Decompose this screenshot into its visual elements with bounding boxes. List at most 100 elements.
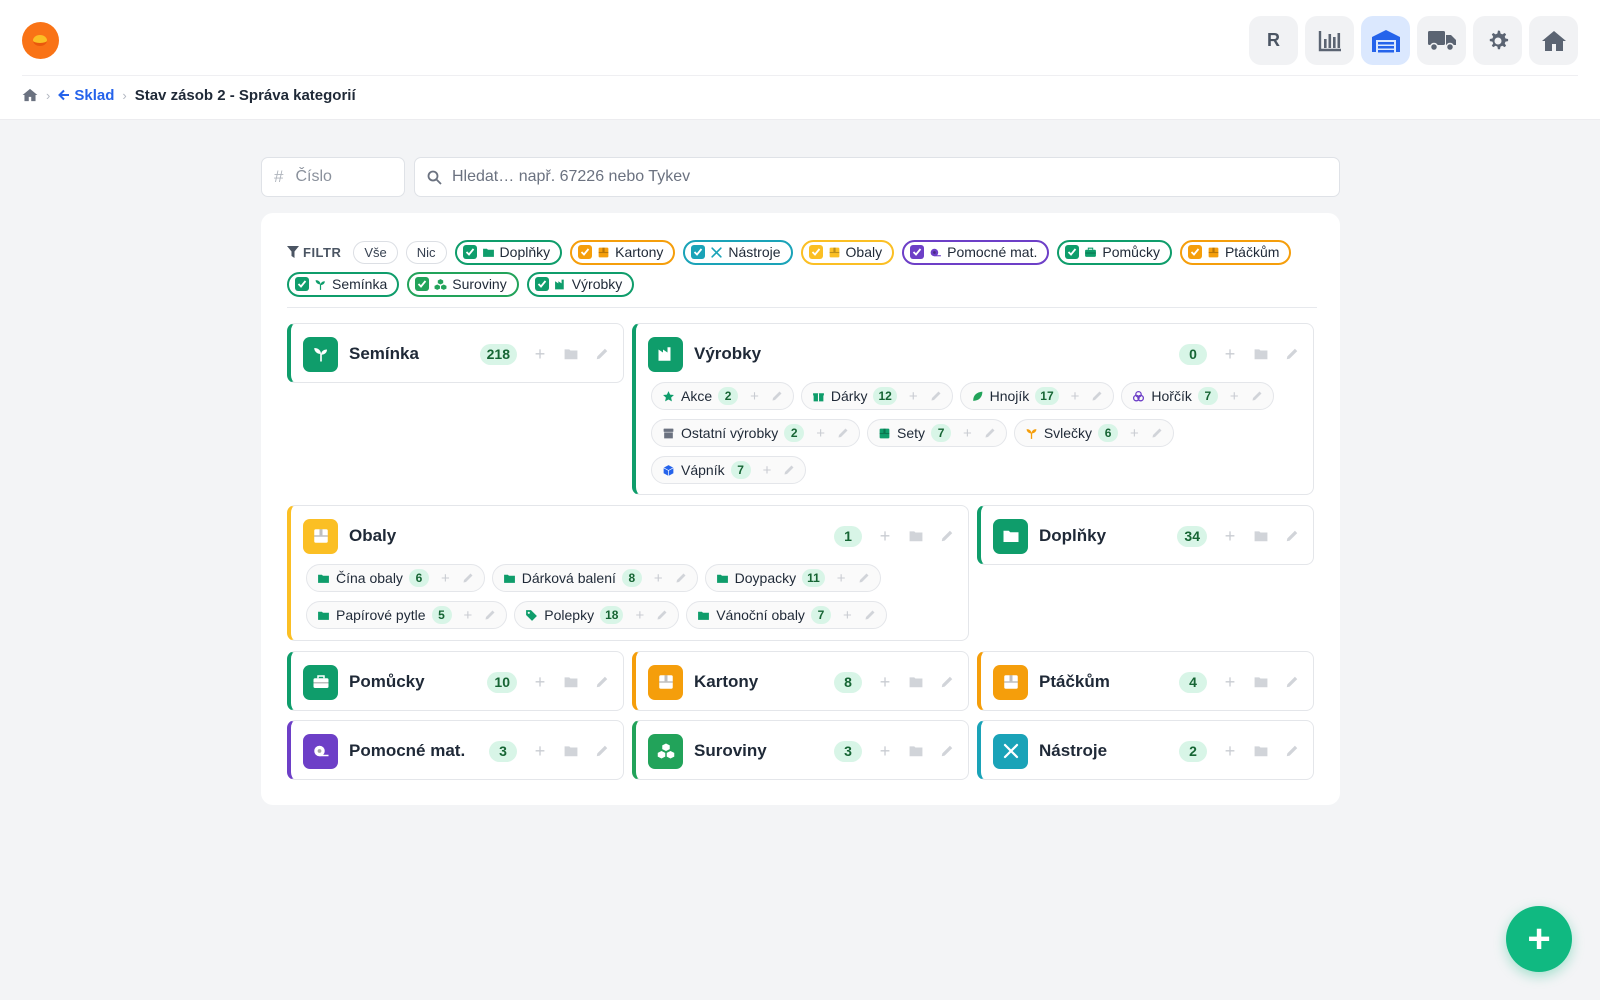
add-icon[interactable]: + (816, 425, 825, 442)
checkbox[interactable] (415, 277, 430, 291)
folder-icon[interactable] (1252, 742, 1270, 760)
add-icon[interactable]: + (909, 388, 918, 405)
add-icon[interactable]: + (837, 570, 846, 587)
add-icon[interactable]: + (464, 607, 473, 624)
pencil-icon[interactable] (593, 345, 611, 363)
checkbox[interactable] (534, 277, 549, 291)
add-subcategory-icon[interactable]: + (876, 526, 894, 546)
subcategory-chip[interactable]: Svlečky 6 + (1013, 419, 1174, 447)
filter-chip[interactable]: Obaly (800, 239, 895, 265)
subcategory-chip[interactable]: Papírové pytle 5 + (306, 601, 508, 629)
filter-chip[interactable]: Pomůcky (1057, 239, 1172, 265)
pencil-icon[interactable] (938, 527, 956, 545)
add-subcategory-icon[interactable]: + (1221, 672, 1239, 692)
breadcrumb-back-link[interactable]: Sklad (58, 87, 114, 104)
folder-icon[interactable] (1252, 673, 1270, 691)
pencil-icon[interactable] (656, 609, 668, 621)
category-card-obaly[interactable]: Obaly 1 + Čína obaly 6 + Dárková balení 8 + Do… (287, 505, 969, 641)
checkbox[interactable] (691, 245, 706, 259)
pencil-icon[interactable] (462, 572, 474, 584)
home-icon[interactable] (22, 88, 38, 102)
subcategory-chip[interactable]: Sety 7 + (867, 419, 1007, 447)
subcategory-chip[interactable]: Hnojík 17 + (959, 382, 1115, 410)
filter-none-button[interactable]: Nic (405, 240, 447, 264)
add-icon[interactable]: + (1071, 388, 1080, 405)
subcategory-chip[interactable]: Vánoční obaly 7 + (686, 601, 887, 629)
filter-chip[interactable]: Kartony (570, 239, 676, 265)
pencil-icon[interactable] (984, 427, 996, 439)
nav-reports-button[interactable]: R (1249, 16, 1298, 65)
checkbox[interactable] (1065, 245, 1080, 259)
folder-icon[interactable] (907, 673, 925, 691)
add-subcategory-icon[interactable]: + (531, 672, 549, 692)
category-card-nastroje[interactable]: Nástroje 2 + (977, 720, 1314, 780)
category-card-kartony[interactable]: Kartony 8 + (632, 651, 969, 711)
filter-chip[interactable]: Semínka (287, 271, 400, 297)
checkbox[interactable] (578, 245, 593, 259)
category-card-pomocne[interactable]: Pomocné mat. 3 + (287, 720, 624, 780)
pencil-icon[interactable] (484, 609, 496, 621)
category-card-vyrobky[interactable]: Výrobky 0 + Akce 2 + Dárky 12 + Hnojík 17 + Hořčí… (632, 323, 1314, 495)
checkbox[interactable] (808, 245, 823, 259)
add-subcategory-icon[interactable]: + (876, 672, 894, 692)
add-subcategory-icon[interactable]: + (531, 344, 549, 364)
add-icon[interactable]: + (635, 607, 644, 624)
category-card-pomucky[interactable]: Pomůcky 10 + (287, 651, 624, 711)
pencil-icon[interactable] (1283, 345, 1301, 363)
folder-icon[interactable] (907, 742, 925, 760)
subcategory-chip[interactable]: Dárky 12 + (800, 382, 953, 410)
folder-icon[interactable] (907, 527, 925, 545)
subcategory-chip[interactable]: Ostatní výrobky 2 + (651, 419, 861, 447)
checkbox[interactable] (462, 245, 477, 259)
add-icon[interactable]: + (654, 570, 663, 587)
search-input[interactable]: Hledat… např. 67226 nebo Tykev (414, 157, 1340, 197)
pencil-icon[interactable] (593, 742, 611, 760)
add-subcategory-icon[interactable]: + (1221, 526, 1239, 546)
pencil-icon[interactable] (858, 572, 870, 584)
filter-chip[interactable]: Suroviny (407, 271, 519, 297)
folder-icon[interactable] (1252, 527, 1270, 545)
add-icon[interactable]: + (750, 388, 759, 405)
subcategory-chip[interactable]: Akce 2 + (651, 382, 794, 410)
pencil-icon[interactable] (864, 609, 876, 621)
nav-shipping-button[interactable] (1417, 16, 1466, 65)
pencil-icon[interactable] (771, 390, 783, 402)
pencil-icon[interactable] (837, 427, 849, 439)
category-card-ptackum[interactable]: Ptáčkům 4 + (977, 651, 1314, 711)
subcategory-chip[interactable]: Čína obaly 6 + (306, 564, 485, 592)
filter-all-button[interactable]: Vše (353, 240, 398, 264)
add-subcategory-icon[interactable]: + (531, 741, 549, 761)
pencil-icon[interactable] (1251, 390, 1263, 402)
folder-icon[interactable] (1252, 345, 1270, 363)
add-subcategory-icon[interactable]: + (1221, 741, 1239, 761)
app-logo[interactable] (22, 22, 59, 59)
folder-icon[interactable] (562, 742, 580, 760)
subcategory-chip[interactable]: Dárková balení 8 + (491, 564, 698, 592)
pencil-icon[interactable] (783, 464, 795, 476)
checkbox[interactable] (295, 277, 309, 291)
filter-chip[interactable]: Výrobky (526, 271, 635, 297)
number-input[interactable]: # Číslo (261, 157, 405, 197)
filter-chip[interactable]: Ptáčkům (1179, 239, 1292, 265)
category-card-seminka[interactable]: Semínka 218 + (287, 323, 624, 383)
category-card-suroviny[interactable]: Suroviny 3 + (632, 720, 969, 780)
nav-warehouse-button[interactable] (1361, 16, 1410, 65)
checkbox[interactable] (910, 245, 925, 259)
add-icon[interactable]: + (441, 570, 450, 587)
nav-home-button[interactable] (1529, 16, 1578, 65)
add-subcategory-icon[interactable]: + (876, 741, 894, 761)
filter-chip[interactable]: Nástroje (683, 239, 793, 265)
add-category-button[interactable]: + (1506, 906, 1572, 972)
add-icon[interactable]: + (763, 462, 772, 479)
subcategory-chip[interactable]: Doypacky 11 + (704, 564, 881, 592)
add-icon[interactable]: + (843, 607, 852, 624)
pencil-icon[interactable] (1283, 527, 1301, 545)
pencil-icon[interactable] (930, 390, 942, 402)
folder-icon[interactable] (562, 673, 580, 691)
pencil-icon[interactable] (1091, 390, 1103, 402)
subcategory-chip[interactable]: Vápník 7 + (651, 456, 807, 484)
filter-chip[interactable]: Pomocné mat. (902, 239, 1050, 265)
filter-chip[interactable]: Doplňky (454, 239, 563, 265)
nav-settings-button[interactable] (1473, 16, 1522, 65)
pencil-icon[interactable] (1151, 427, 1163, 439)
